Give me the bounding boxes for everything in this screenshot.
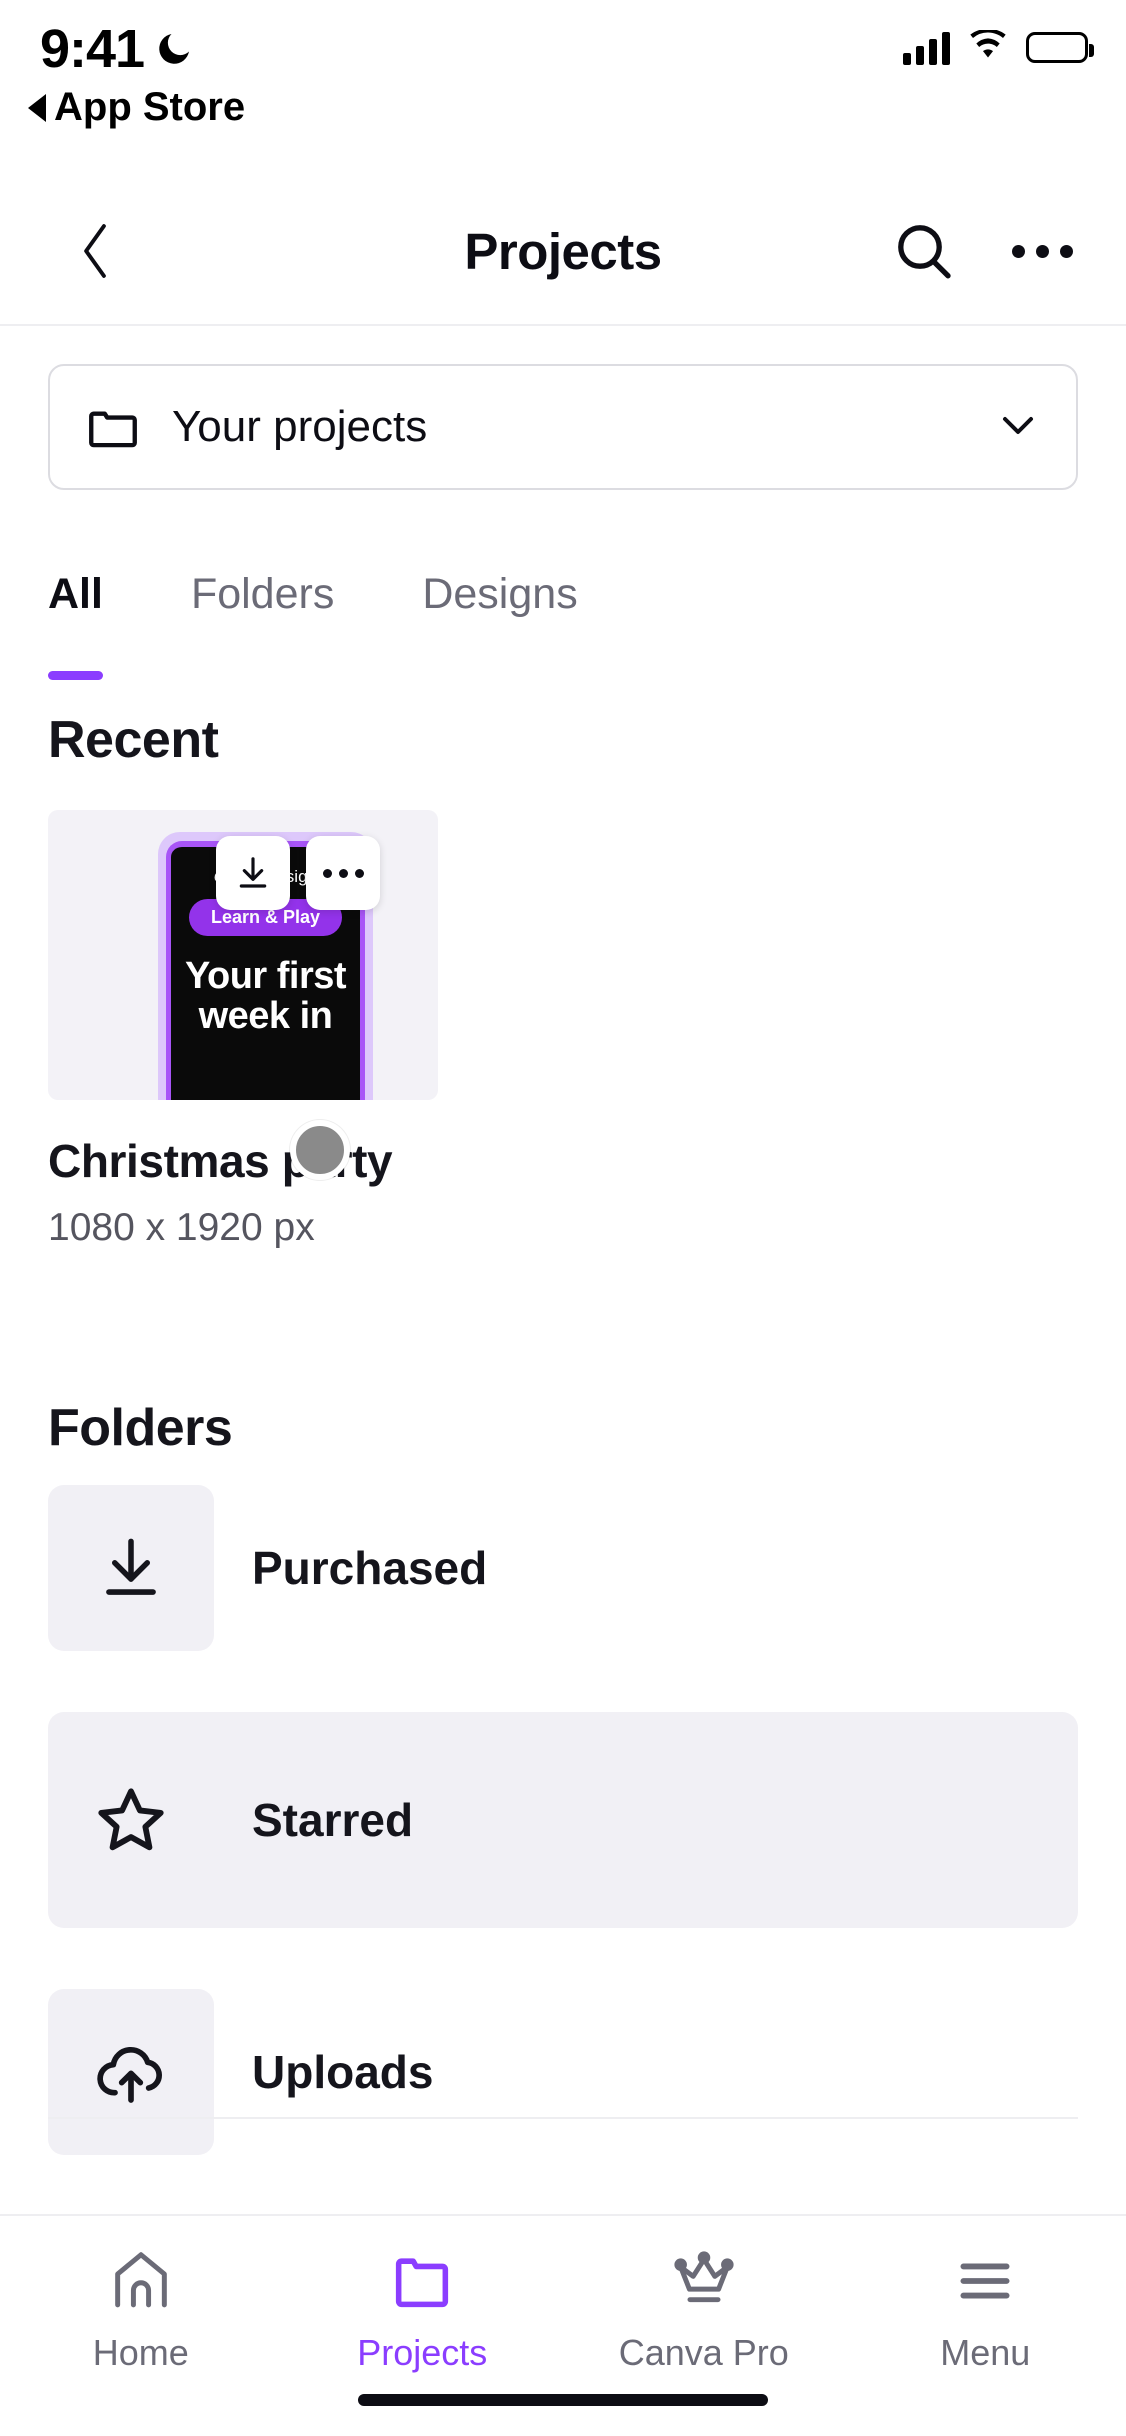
crescent-moon-icon xyxy=(154,29,194,69)
nav-label: Canva Pro xyxy=(618,2332,789,2373)
wifi-icon xyxy=(968,28,1008,65)
battery-full-icon xyxy=(1026,32,1094,63)
nav-label: Projects xyxy=(357,2332,488,2373)
triangle-left-icon xyxy=(28,93,46,122)
cellular-signal-icon xyxy=(903,31,950,65)
status-bar-time: 9:41 xyxy=(40,19,145,79)
home-icon xyxy=(114,2252,167,2308)
folder-label: Starred xyxy=(252,1794,414,1846)
thumbnail-headline-line1: Your first xyxy=(184,955,347,997)
content-type-tabs: All Folders Designs xyxy=(48,570,1078,680)
thumbnail-headline-line2: week in xyxy=(198,995,333,1038)
status-bar-time-group: 9:41 xyxy=(40,18,194,80)
crown-icon xyxy=(674,2251,734,2303)
chevron-down-icon xyxy=(994,401,1042,454)
nav-item-menu[interactable]: Menu xyxy=(845,2246,1126,2374)
design-thumbnail[interactable]: Canva Design Learn & Play Your first wee… xyxy=(48,810,438,1100)
back-button[interactable] xyxy=(60,216,130,286)
design-dimensions: 1080 x 1920 px xyxy=(48,1206,315,1249)
chevron-left-icon xyxy=(84,224,106,278)
status-bar-indicators xyxy=(903,28,1094,65)
design-card[interactable]: Canva Design Learn & Play Your first wee… xyxy=(48,810,438,1250)
tab-all[interactable]: All xyxy=(48,570,103,680)
folder-label: Purchased xyxy=(252,1542,488,1594)
tab-designs[interactable]: Designs xyxy=(422,570,577,680)
design-title: Christmas party xyxy=(48,1135,393,1187)
download-icon xyxy=(48,1485,214,1651)
home-indicator xyxy=(358,2394,768,2406)
nav-item-canva-pro[interactable]: Canva Pro xyxy=(563,2246,845,2374)
cloud-upload-icon xyxy=(48,1989,214,2155)
search-button[interactable] xyxy=(888,215,960,287)
more-options-button[interactable] xyxy=(1006,215,1078,287)
design-more-button[interactable] xyxy=(306,836,380,910)
more-horizontal-icon xyxy=(322,868,364,878)
nav-item-home[interactable]: Home xyxy=(0,2246,282,2374)
nav-label: Home xyxy=(92,2332,189,2373)
dropdown-selected-value: Your projects xyxy=(172,402,428,451)
status-bar-back-to-app[interactable]: App Store xyxy=(28,85,245,130)
hamburger-menu-icon xyxy=(960,2263,1010,2299)
nav-label: Menu xyxy=(940,2332,1031,2373)
more-horizontal-icon xyxy=(1011,244,1073,258)
header-actions xyxy=(888,215,1078,287)
folders-section-title: Folders xyxy=(48,1399,233,1457)
star-icon xyxy=(48,1737,214,1903)
download-icon xyxy=(239,857,267,888)
app-screen: 9:41 App Store Projects Your projects Al… xyxy=(0,0,1126,2436)
status-bar-back-label: App Store xyxy=(54,85,246,129)
list-divider xyxy=(48,2117,1078,2119)
nav-item-projects[interactable]: Projects xyxy=(282,2246,564,2374)
folder-row-starred[interactable]: Starred xyxy=(48,1712,1078,1928)
folder-icon xyxy=(89,411,137,448)
thumbnail-headline: Your first week in xyxy=(181,956,350,1037)
touch-cursor-indicator xyxy=(290,1120,350,1180)
folder-row-uploads[interactable]: Uploads xyxy=(48,1964,1078,2180)
projects-scope-dropdown[interactable]: Your projects xyxy=(48,364,1078,490)
folder-icon xyxy=(396,2258,449,2308)
folder-row-purchased[interactable]: Purchased xyxy=(48,1460,1078,1676)
search-icon xyxy=(898,225,951,279)
tab-folders[interactable]: Folders xyxy=(191,570,334,680)
design-download-button[interactable] xyxy=(216,836,290,910)
folder-label: Uploads xyxy=(252,2046,434,2098)
app-header: Projects xyxy=(0,178,1126,326)
status-bar: 9:41 App Store xyxy=(0,0,1126,160)
recent-section-title: Recent xyxy=(48,711,219,769)
